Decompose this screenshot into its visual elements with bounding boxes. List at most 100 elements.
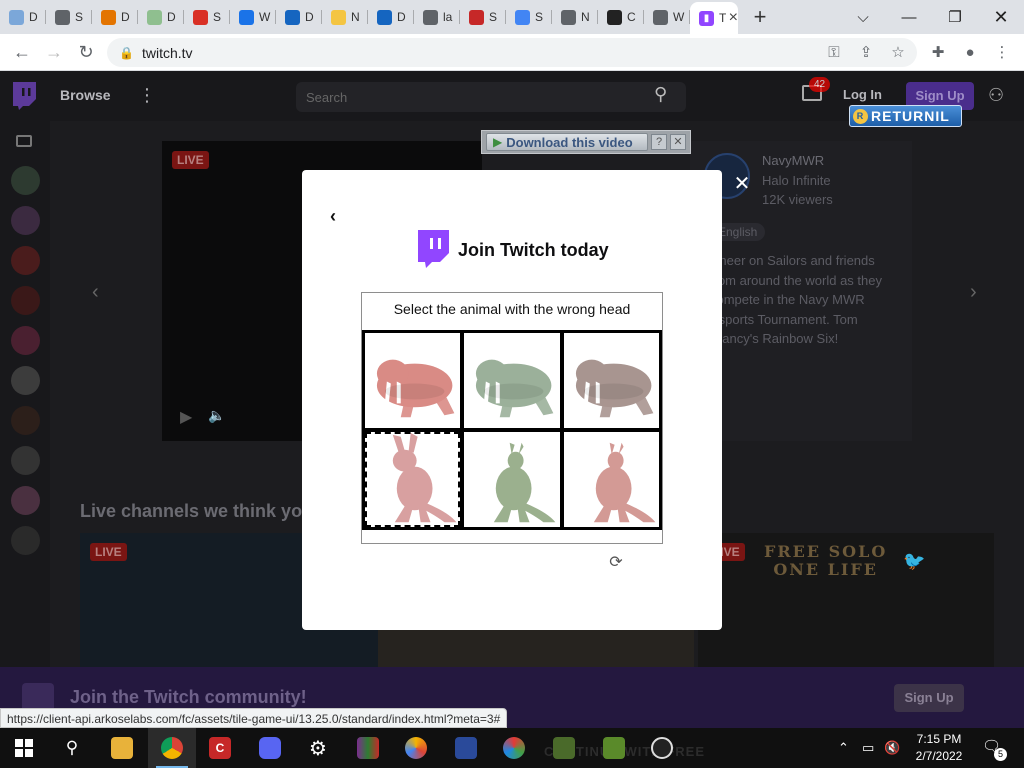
taskbar-obs[interactable] (638, 728, 686, 768)
browser-tab[interactable]: N (322, 0, 368, 34)
more-menu-icon[interactable]: ⋮ (138, 85, 156, 106)
menu-kebab-icon[interactable]: ⋮ (986, 36, 1018, 68)
search-button[interactable]: ⚲ (48, 728, 96, 768)
captcha-tile[interactable] (464, 333, 560, 428)
taskbar-app[interactable] (490, 728, 538, 768)
help-icon[interactable]: ? (651, 134, 667, 150)
play-icon[interactable]: ▶ (180, 407, 192, 427)
browser-tab[interactable]: D (92, 0, 138, 34)
browser-tab[interactable]: D (0, 0, 46, 34)
bookmark-star-icon[interactable]: ☆ (882, 36, 914, 68)
tab-favicon (239, 9, 254, 25)
animal-image (376, 359, 455, 418)
captcha-tile[interactable] (365, 333, 461, 428)
minimize-button[interactable]: — (886, 0, 932, 34)
tab-search-chevron-icon[interactable]: ⌵ (840, 0, 886, 34)
user-icon[interactable]: ⚇ (988, 85, 1004, 106)
channel-avatar[interactable] (11, 486, 40, 515)
address-bar[interactable]: 🔒 twitch.tv (107, 38, 917, 67)
search-icon[interactable]: ⚲ (654, 84, 667, 105)
browser-tab[interactable]: S (184, 0, 230, 34)
forward-arrow-icon[interactable]: → (38, 36, 70, 68)
back-chevron-icon[interactable]: ‹ (330, 206, 346, 226)
refresh-icon[interactable]: ⟳ (608, 555, 624, 571)
camera-icon[interactable] (16, 135, 32, 147)
close-icon[interactable]: ✕ (670, 134, 686, 150)
tab-favicon (377, 9, 392, 25)
taskbar-app[interactable] (590, 728, 638, 768)
channel-avatar[interactable] (11, 286, 40, 315)
captcha-tile[interactable] (563, 432, 659, 527)
twitch-logo-icon[interactable] (10, 81, 38, 111)
tab-favicon (55, 9, 70, 25)
modal-close-button[interactable]: ✕ (732, 174, 752, 194)
community-signup-button[interactable]: Sign Up (894, 684, 964, 712)
browser-tab[interactable]: la (414, 0, 460, 34)
returnil-badge[interactable]: R RETURNIL (849, 105, 962, 127)
restore-button[interactable]: ❐ (932, 0, 978, 34)
browser-tab[interactable]: S (460, 0, 506, 34)
extensions-icon[interactable]: ✚ (922, 36, 954, 68)
taskbar-discord[interactable] (246, 728, 294, 768)
game-name[interactable]: Halo Infinite (762, 173, 831, 188)
returnil-logo-icon: R (853, 108, 868, 124)
browser-tab[interactable]: D (276, 0, 322, 34)
captcha-tile[interactable] (365, 432, 461, 527)
thumbnail-title: FREE SOLO ONE LIFE (764, 542, 888, 579)
tray-expand-icon[interactable]: ⌃ (838, 728, 849, 768)
channel-name[interactable]: NavyMWR (762, 153, 824, 168)
tab-list: D S D D S W D N Dla S S N C W (0, 0, 690, 34)
close-window-button[interactable]: ✕ (978, 0, 1024, 34)
browser-tab[interactable]: S (506, 0, 552, 34)
tab-label: W (259, 10, 271, 24)
browser-tab[interactable]: W (644, 0, 690, 34)
share-icon[interactable]: ⇪ (850, 36, 882, 68)
browser-tab[interactable]: S (46, 0, 92, 34)
back-arrow-icon[interactable]: ← (6, 36, 38, 68)
network-icon[interactable]: ▭ (862, 728, 874, 768)
captcha-frame: Select the animal with the wrong head (361, 292, 663, 544)
download-video-button[interactable]: ▶ Download this video (486, 133, 648, 151)
taskbar-app[interactable] (442, 728, 490, 768)
taskbar-app[interactable] (392, 728, 440, 768)
system-clock[interactable]: 7:15 PM 2/7/2022 (906, 731, 972, 765)
search-input[interactable]: Search (296, 82, 686, 112)
browse-link[interactable]: Browse (60, 87, 111, 103)
browser-tab[interactable]: D (368, 0, 414, 34)
start-button[interactable] (0, 728, 48, 768)
search-icon: ⚲ (65, 738, 79, 757)
browser-tab[interactable]: D (138, 0, 184, 34)
new-tab-button[interactable]: + (742, 4, 778, 30)
taskbar-file-explorer[interactable] (98, 728, 146, 768)
channel-avatar[interactable] (11, 206, 40, 235)
volume-muted-icon[interactable]: 🔇 (884, 728, 900, 768)
browser-tab[interactable]: W (230, 0, 276, 34)
taskbar-winrar[interactable] (344, 728, 392, 768)
browser-tab[interactable]: N (552, 0, 598, 34)
login-button[interactable]: Log In (843, 87, 882, 102)
reload-icon[interactable]: ↻ (70, 36, 102, 68)
carousel-prev-icon[interactable]: ‹ (92, 281, 99, 304)
stream-thumbnail[interactable]: LIVE FREE SOLO ONE LIFE 🐦 (698, 533, 994, 667)
captcha-tile[interactable] (563, 333, 659, 428)
close-tab-icon[interactable]: × (729, 9, 738, 27)
key-icon[interactable]: ⚿ (818, 36, 850, 68)
channel-avatar[interactable] (11, 166, 40, 195)
channel-avatar[interactable] (11, 526, 40, 555)
channel-avatar[interactable] (11, 366, 40, 395)
tab-twitch-active[interactable]: ▮ Tv × (690, 2, 738, 34)
taskbar-chrome[interactable] (148, 728, 196, 768)
taskbar-settings[interactable]: ⚙ (294, 728, 342, 768)
taskbar-comodo[interactable]: C (196, 728, 244, 768)
captcha-tile[interactable] (464, 432, 560, 527)
browser-tab[interactable]: C (598, 0, 644, 34)
taskbar-app[interactable] (540, 728, 588, 768)
volume-icon[interactable]: 🔈 (208, 407, 225, 424)
carousel-next-icon[interactable]: › (970, 281, 977, 304)
channel-avatar[interactable] (11, 446, 40, 475)
channel-avatar[interactable] (11, 326, 40, 355)
profile-icon[interactable]: ● (954, 36, 986, 68)
channel-avatar[interactable] (11, 246, 40, 275)
tab-label: la (443, 10, 453, 24)
channel-avatar[interactable] (11, 406, 40, 435)
